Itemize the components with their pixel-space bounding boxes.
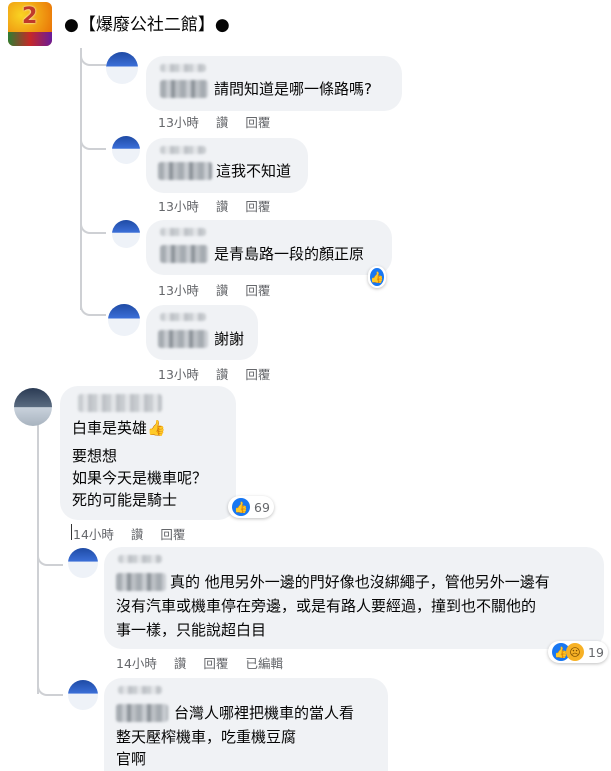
reaction-count[interactable]: 👍 bbox=[368, 266, 386, 288]
commenter-name[interactable] bbox=[160, 228, 206, 236]
comment-bubble: 請問知道是哪一條路嗎? bbox=[146, 56, 402, 111]
commenter-name[interactable] bbox=[118, 555, 162, 563]
thread-connector bbox=[37, 550, 63, 566]
group-logo-strip bbox=[8, 32, 52, 46]
commenter-name[interactable] bbox=[160, 64, 206, 72]
edited-label: 已編輯 bbox=[245, 656, 283, 671]
like-link[interactable]: 讚 bbox=[131, 527, 144, 542]
comment-text-line: 事一樣，只能說超白目 bbox=[116, 621, 267, 639]
comment-bubble: 白車是英雄👍 要想想 如果今天是機車呢？ 死的可能是騎士 bbox=[60, 386, 236, 520]
reaction-number: 19 bbox=[588, 644, 604, 660]
avatar[interactable] bbox=[68, 548, 98, 578]
commenter-name[interactable] bbox=[160, 146, 206, 154]
reply-link[interactable]: 回覆 bbox=[160, 527, 185, 542]
reply-link[interactable]: 回覆 bbox=[245, 283, 270, 298]
comment-text-line: 真的 他甩另外一邊的門好像也沒綁繩子，管他另外一邊有 bbox=[170, 573, 550, 591]
like-link[interactable]: 讚 bbox=[216, 367, 229, 382]
comment-time[interactable]: 14小時 bbox=[73, 527, 114, 542]
like-link[interactable]: 讚 bbox=[174, 656, 187, 671]
like-icon: 👍 bbox=[370, 268, 384, 286]
thread-connector bbox=[80, 218, 106, 234]
commenter-name[interactable] bbox=[78, 394, 162, 412]
text-cursor bbox=[71, 524, 72, 540]
thread-connector bbox=[80, 300, 106, 316]
comment-bubble: 這我不知道 bbox=[146, 138, 308, 193]
mention-tag[interactable] bbox=[116, 704, 168, 722]
like-link[interactable]: 讚 bbox=[216, 283, 229, 298]
reaction-count[interactable]: 👍 69 bbox=[228, 496, 274, 518]
mention-tag[interactable] bbox=[158, 330, 208, 348]
comment-time[interactable]: 13小時 bbox=[158, 115, 199, 130]
group-title[interactable]: ●【爆廢公社二館】● bbox=[64, 10, 230, 35]
comment-text-line: 要想想 bbox=[72, 447, 118, 465]
like-icon: 👍 bbox=[232, 498, 250, 516]
thread-connector bbox=[37, 680, 63, 696]
thread-connector bbox=[80, 134, 106, 150]
avatar[interactable] bbox=[106, 52, 138, 84]
comment-text-line: 沒有汽車或機車停在旁邊，或是有路人要經過，撞到也不關他的 bbox=[116, 597, 537, 615]
mention-tag[interactable] bbox=[160, 245, 208, 263]
comment-text-line: 台灣人哪裡把機車的當人看 bbox=[174, 704, 355, 722]
comment-text-line: 如果今天是機車呢？ bbox=[72, 469, 208, 487]
like-link[interactable]: 讚 bbox=[216, 199, 229, 214]
commenter-name[interactable] bbox=[160, 313, 206, 321]
comment-actions: 14小時 讚 回覆 bbox=[73, 524, 202, 543]
comment-bubble: 真的 他甩另外一邊的門好像也沒綁繩子，管他另外一邊有 沒有汽車或機車停在旁邊，或… bbox=[104, 547, 604, 649]
comment-actions: 14小時 讚 回覆 已編輯 bbox=[116, 653, 300, 672]
avatar[interactable] bbox=[112, 220, 140, 248]
mention-tag[interactable] bbox=[160, 80, 208, 98]
avatar[interactable] bbox=[112, 136, 140, 164]
reply-link[interactable]: 回覆 bbox=[245, 367, 270, 382]
mention-tag[interactable] bbox=[116, 573, 166, 591]
comment-actions: 13小時 讚 回覆 bbox=[158, 364, 287, 383]
like-link[interactable]: 讚 bbox=[216, 115, 229, 130]
group-logo-text: 2 bbox=[22, 4, 38, 29]
comment-text: 是青島路一段的顏正原 bbox=[214, 245, 365, 263]
comment-actions: 13小時 讚 回覆 bbox=[158, 196, 287, 215]
commenter-name[interactable] bbox=[118, 686, 162, 694]
comment-bubble: 台灣人哪裡把機車的當人看 整天壓榨機車，吃重機豆腐 官啊 bbox=[104, 678, 388, 771]
comment-text-line: 死的可能是騎士 bbox=[72, 491, 178, 509]
comment-text: 這我不知道 bbox=[216, 162, 292, 180]
group-logo[interactable]: 2 bbox=[8, 2, 52, 46]
comment-time[interactable]: 13小時 bbox=[158, 199, 199, 214]
reaction-count[interactable]: 👍 ☹ 19 bbox=[548, 641, 608, 663]
comment-text-line: 白車是英雄👍 bbox=[72, 419, 166, 437]
comment-time[interactable]: 14小時 bbox=[116, 656, 157, 671]
avatar[interactable] bbox=[14, 388, 52, 426]
avatar[interactable] bbox=[68, 680, 98, 710]
reply-link[interactable]: 回覆 bbox=[245, 115, 270, 130]
comment-text-line: 整天壓榨機車，吃重機豆腐 bbox=[116, 728, 297, 746]
comment-actions: 13小時 讚 回覆 bbox=[158, 112, 287, 131]
comment-time[interactable]: 13小時 bbox=[158, 283, 199, 298]
thread-line bbox=[80, 48, 82, 310]
comment-actions: 13小時 讚 回覆 bbox=[158, 280, 287, 299]
avatar[interactable] bbox=[108, 304, 140, 336]
comment-text: 謝謝 bbox=[214, 330, 245, 348]
sad-icon: ☹ bbox=[566, 643, 584, 661]
reply-link[interactable]: 回覆 bbox=[245, 199, 270, 214]
comment-text: 請問知道是哪一條路嗎? bbox=[214, 80, 372, 98]
comment-text-line: 官啊 bbox=[116, 750, 147, 768]
reply-link[interactable]: 回覆 bbox=[203, 656, 228, 671]
thread-connector bbox=[80, 50, 106, 66]
comment-time[interactable]: 13小時 bbox=[158, 367, 199, 382]
group-header: 2 ●【爆廢公社二館】● bbox=[0, 0, 611, 48]
comment-bubble: 謝謝 bbox=[146, 305, 258, 360]
reaction-number: 69 bbox=[254, 499, 270, 515]
mention-tag[interactable] bbox=[158, 162, 212, 180]
comment-bubble: 是青島路一段的顏正原 bbox=[146, 220, 392, 275]
